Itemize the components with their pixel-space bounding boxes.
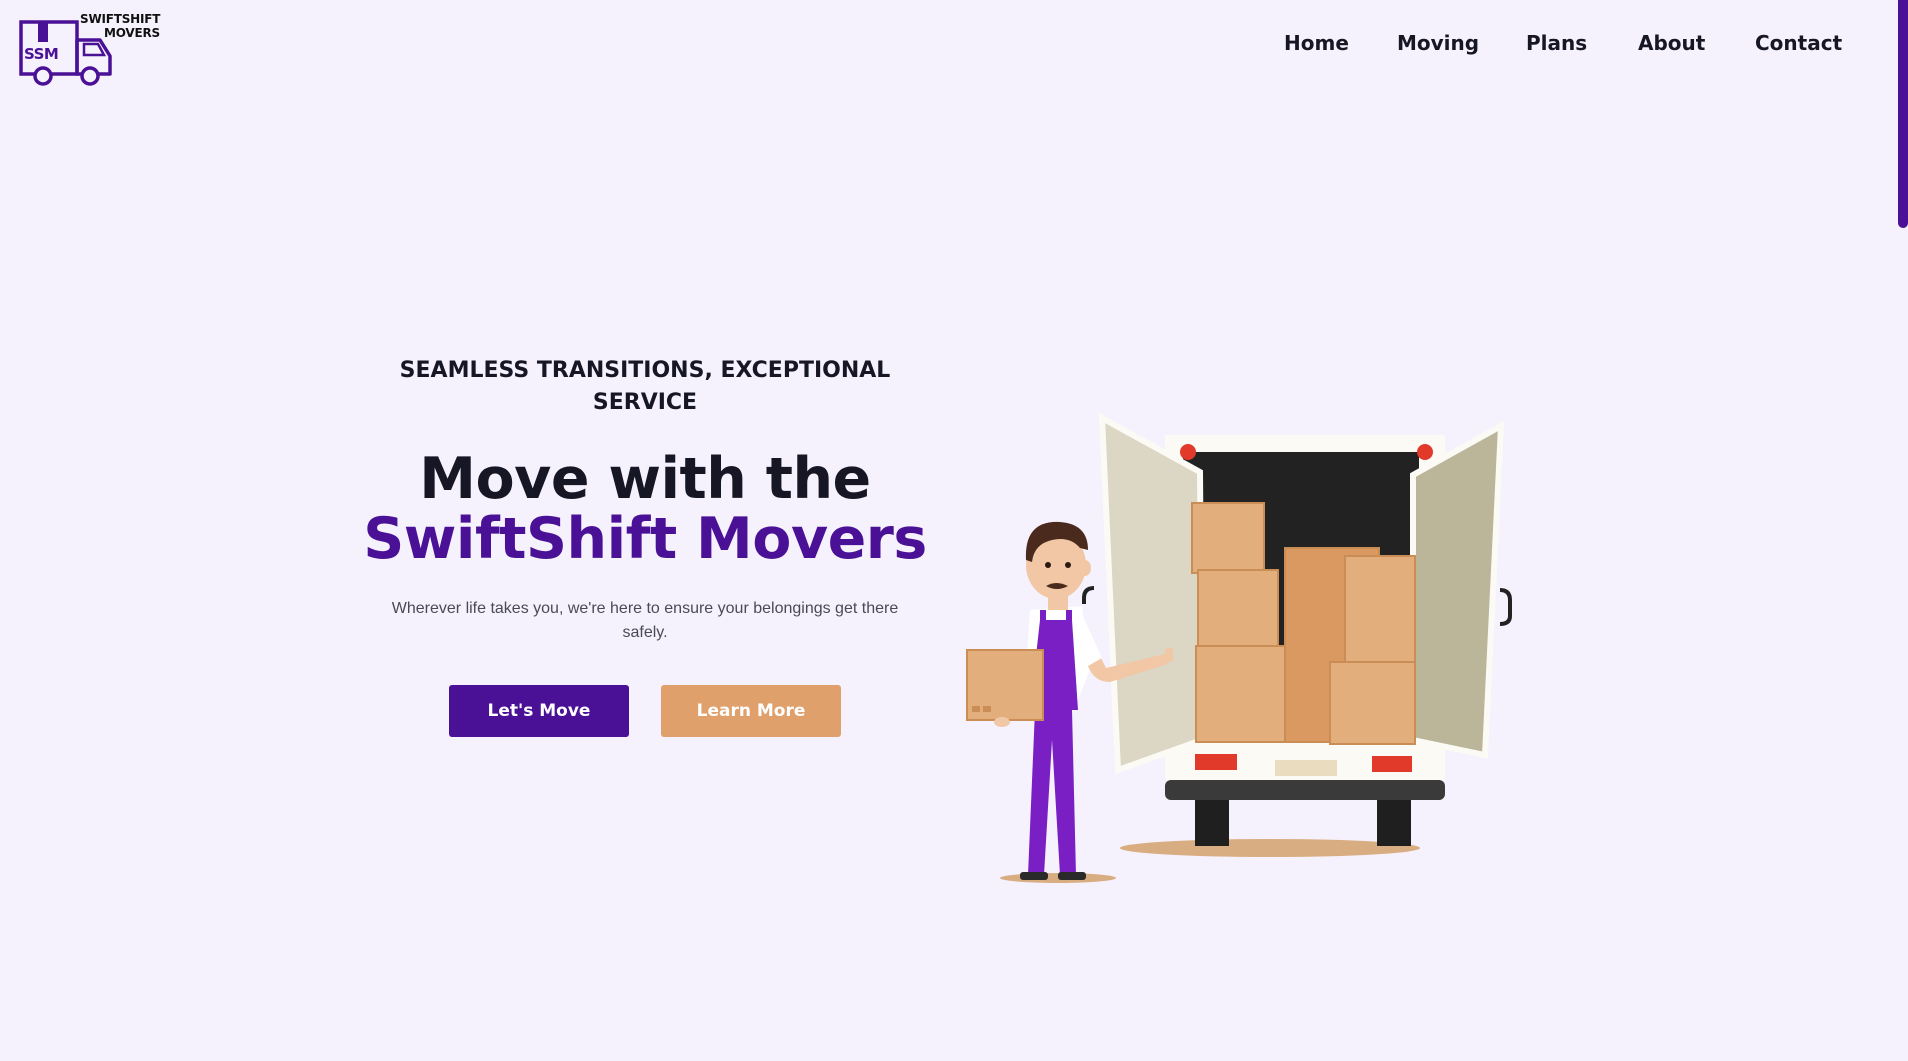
learn-more-button[interactable]: Learn More bbox=[661, 685, 841, 737]
nav-about[interactable]: About bbox=[1638, 31, 1705, 55]
mover-with-truck-illustration bbox=[960, 410, 1520, 885]
headline-line2: SwiftShift Movers bbox=[363, 506, 927, 572]
truck-shadow bbox=[1120, 839, 1420, 857]
logo-wordmark-2: MOVERS bbox=[104, 26, 184, 40]
mover-shadow bbox=[1000, 873, 1116, 883]
logo-line1: SWIFTSHIFT bbox=[80, 12, 161, 26]
hero-subtext: Wherever life takes you, we're here to e… bbox=[391, 600, 899, 641]
nav-plans[interactable]: Plans bbox=[1526, 31, 1587, 55]
lets-move-button[interactable]: Let's Move bbox=[449, 685, 629, 737]
scrollbar-thumb[interactable] bbox=[1898, 0, 1908, 228]
nav-contact[interactable]: Contact bbox=[1755, 31, 1842, 55]
headline-line1: Move with the bbox=[419, 446, 871, 512]
illustration-svg bbox=[966, 412, 1512, 883]
logo-line2: MOVERS bbox=[104, 26, 160, 40]
hero-buttons: Let's Move Learn More bbox=[360, 685, 930, 737]
nav-home[interactable]: Home bbox=[1284, 31, 1349, 55]
hero-headline: Move with the SwiftShift Movers bbox=[360, 449, 930, 569]
hero-content: SEAMLESS TRANSITIONS, EXCEPTIONAL SERVIC… bbox=[360, 355, 930, 737]
logo-wordmark: SWIFTSHIFT bbox=[80, 12, 180, 26]
brand-logo[interactable]: SSM SWIFTSHIFT MOVERS bbox=[18, 12, 168, 90]
nav-moving[interactable]: Moving bbox=[1397, 31, 1479, 55]
logo-initials: SSM bbox=[24, 45, 59, 63]
page: SSM SWIFTSHIFT MOVERS Home Moving Plans … bbox=[0, 0, 1908, 1061]
hero-tagline: SEAMLESS TRANSITIONS, EXCEPTIONAL SERVIC… bbox=[399, 358, 891, 415]
